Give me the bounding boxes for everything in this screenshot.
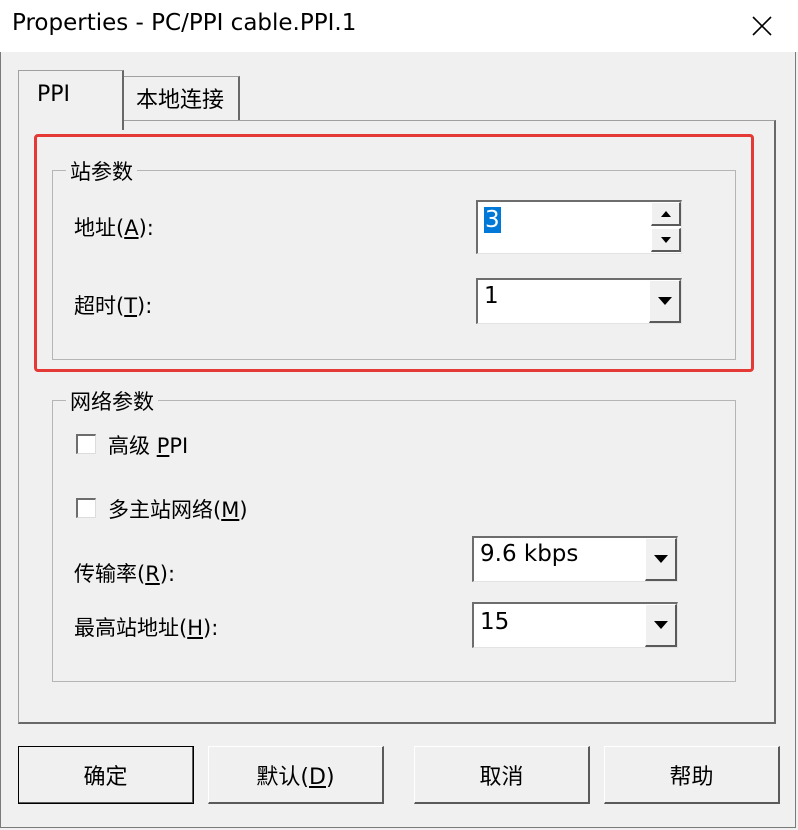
tab-ppi-label: PPI	[37, 82, 71, 107]
window-title: Properties - PC/PPI cable.PPI.1	[12, 10, 357, 36]
close-button[interactable]	[740, 6, 784, 46]
title-bar: Properties - PC/PPI cable.PPI.1	[0, 0, 798, 52]
chevron-down-icon	[654, 621, 668, 629]
default-button-label: 默认(D)	[256, 764, 335, 790]
highest-address-select[interactable]: 15	[472, 602, 678, 648]
annotation-highlight-box	[34, 134, 754, 372]
ok-button-label: 确定	[83, 764, 128, 790]
tab-local-connection-label: 本地连接	[135, 87, 224, 113]
help-button-label: 帮助	[669, 764, 714, 790]
baud-rate-select[interactable]: 9.6 kbps	[472, 536, 678, 582]
highest-address-value: 15	[480, 609, 510, 635]
default-button[interactable]: 默认(D)	[208, 746, 384, 804]
highest-address-label: 最高站地址(H):	[74, 616, 219, 640]
tab-ppi[interactable]: PPI	[18, 70, 124, 130]
help-button[interactable]: 帮助	[604, 746, 780, 804]
baud-rate-dropdown-button[interactable]	[645, 538, 677, 581]
baud-rate-value: 9.6 kbps	[480, 541, 579, 567]
chevron-down-icon	[654, 555, 668, 563]
advanced-ppi-label[interactable]: 高级 PPI	[108, 430, 188, 460]
highest-address-dropdown-button[interactable]	[645, 604, 677, 647]
advanced-ppi-checkbox[interactable]	[76, 434, 96, 454]
tab-local-connection[interactable]: 本地连接	[122, 76, 240, 122]
multi-master-checkbox[interactable]	[76, 498, 96, 518]
baud-rate-label: 传输率(R):	[74, 562, 176, 586]
ok-button[interactable]: 确定	[18, 746, 194, 804]
close-icon	[752, 16, 772, 36]
network-params-legend: 网络参数	[66, 386, 158, 416]
cancel-button[interactable]: 取消	[414, 746, 590, 804]
multi-master-label[interactable]: 多主站网络(M)	[108, 494, 248, 524]
cancel-button-label: 取消	[479, 764, 524, 790]
